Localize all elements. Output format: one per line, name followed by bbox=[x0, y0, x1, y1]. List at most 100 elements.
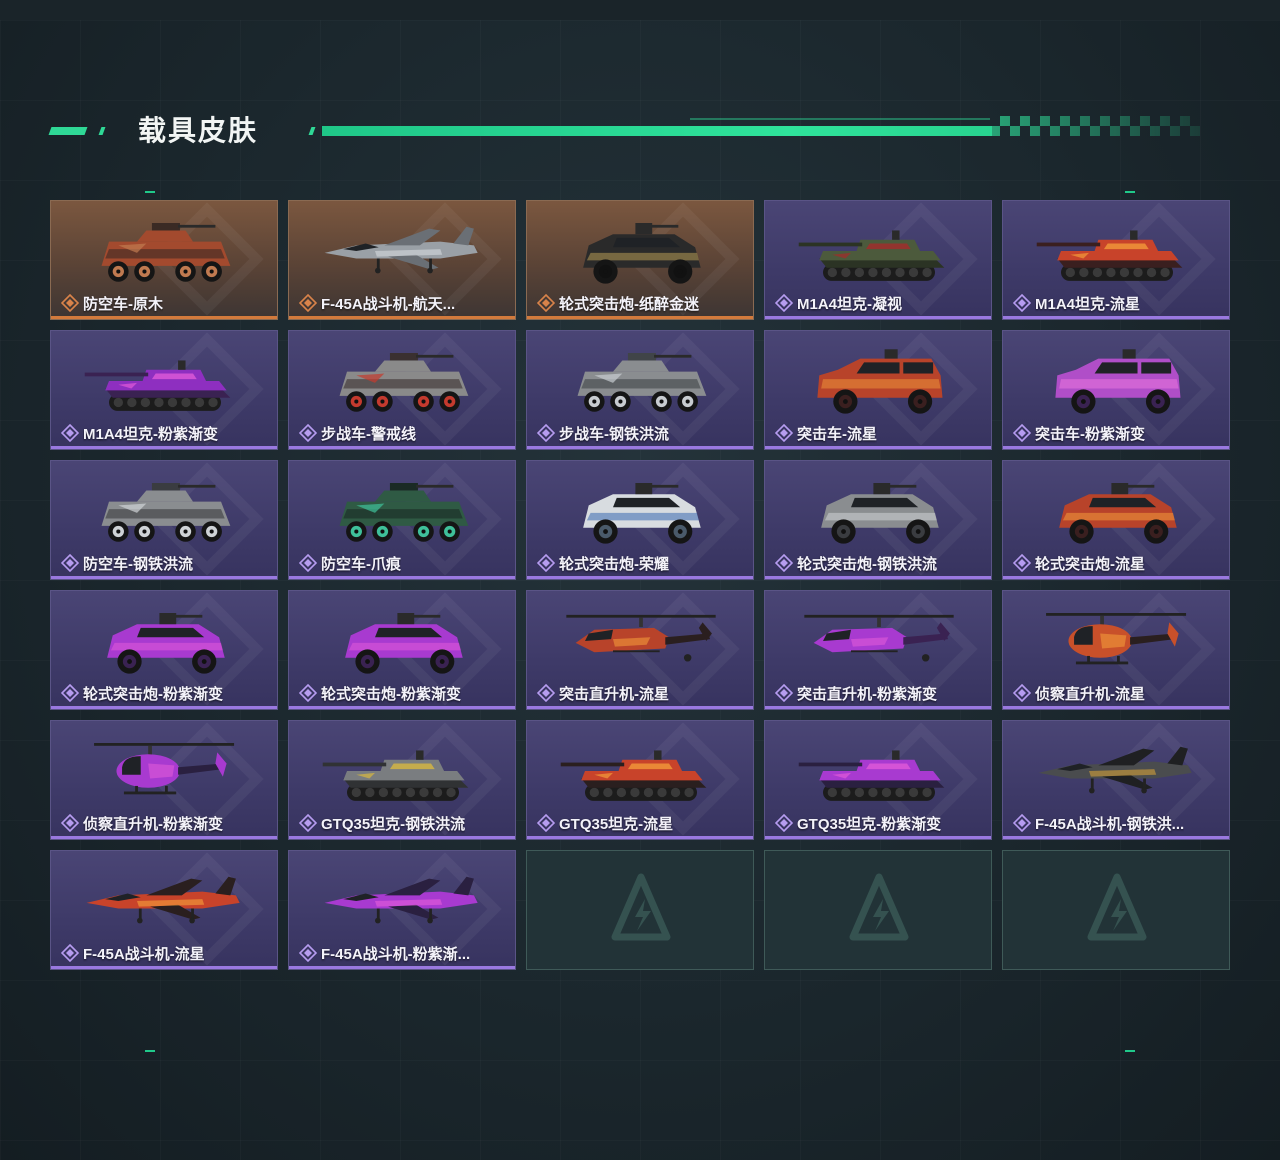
wheeled-apc-image bbox=[339, 483, 469, 542]
rarity-diamond-icon bbox=[299, 294, 317, 312]
rarity-diamond-icon bbox=[537, 814, 555, 832]
placeholder-logo-icon bbox=[849, 873, 909, 941]
rarity-underline bbox=[289, 446, 515, 449]
tank-image bbox=[798, 750, 945, 801]
header-accent-line bbox=[690, 118, 990, 120]
skin-card[interactable]: 侦察直升机-流星 bbox=[1002, 590, 1230, 710]
armored-car-image bbox=[583, 483, 701, 544]
skin-card[interactable]: GTQ35坦克-流星 bbox=[526, 720, 754, 840]
skin-label-row: 突击直升机-粉紫渐变 bbox=[775, 683, 985, 703]
placeholder-logo-icon bbox=[611, 873, 671, 941]
skin-card[interactable]: M1A4坦克-流星 bbox=[1002, 200, 1230, 320]
rarity-underline bbox=[289, 836, 515, 839]
rarity-underline bbox=[765, 706, 991, 709]
rarity-diamond-icon bbox=[537, 294, 555, 312]
skin-card[interactable]: 轮式突击炮-粉紫渐变 bbox=[288, 590, 516, 710]
skin-card[interactable]: 突击直升机-粉紫渐变 bbox=[764, 590, 992, 710]
rarity-underline bbox=[765, 316, 991, 319]
rarity-underline bbox=[51, 706, 277, 709]
skin-label-row: F-45A战斗机-流星 bbox=[61, 943, 271, 963]
skin-card[interactable]: 轮式突击炮-粉紫渐变 bbox=[50, 590, 278, 710]
skin-card[interactable]: 突击车-流星 bbox=[764, 330, 992, 450]
skin-card[interactable]: 防空车-爪痕 bbox=[288, 460, 516, 580]
skin-label-row: 突击直升机-流星 bbox=[537, 683, 747, 703]
skin-label-row: GTQ35坦克-粉紫渐变 bbox=[775, 813, 985, 833]
skin-name: 轮式突击炮-纸醉金迷 bbox=[559, 295, 699, 313]
skin-card[interactable]: 步战车-钢铁洪流 bbox=[526, 330, 754, 450]
armored-car-image bbox=[107, 613, 225, 674]
skin-label-row: 侦察直升机-流星 bbox=[1013, 683, 1223, 703]
skin-label-row: 轮式突击炮-粉紫渐变 bbox=[299, 683, 509, 703]
rarity-underline bbox=[765, 836, 991, 839]
rarity-diamond-icon bbox=[775, 294, 793, 312]
skin-card[interactable]: 侦察直升机-粉紫渐变 bbox=[50, 720, 278, 840]
skin-name: 轮式突击炮-粉紫渐变 bbox=[321, 685, 461, 703]
skin-card[interactable]: 突击车-粉紫渐变 bbox=[1002, 330, 1230, 450]
empty-skin-slot bbox=[1002, 850, 1230, 970]
rarity-underline bbox=[51, 446, 277, 449]
header-accent-dash bbox=[48, 127, 88, 135]
skin-card[interactable]: 步战车-警戒线 bbox=[288, 330, 516, 450]
rarity-underline bbox=[527, 706, 753, 709]
skin-card[interactable]: F-45A战斗机-航天... bbox=[288, 200, 516, 320]
skin-card[interactable]: 轮式突击炮-荣耀 bbox=[526, 460, 754, 580]
rarity-diamond-icon bbox=[61, 424, 79, 442]
skin-name: 防空车-原木 bbox=[83, 295, 163, 313]
skin-name: 侦察直升机-流星 bbox=[1035, 685, 1145, 703]
skin-card[interactable]: 突击直升机-流星 bbox=[526, 590, 754, 710]
rarity-diamond-icon bbox=[1013, 294, 1031, 312]
rarity-underline bbox=[527, 316, 753, 319]
jet-image bbox=[324, 226, 478, 274]
rarity-diamond-icon bbox=[299, 424, 317, 442]
skin-label-row: 侦察直升机-粉紫渐变 bbox=[61, 813, 271, 833]
rarity-underline bbox=[1003, 836, 1229, 839]
skin-label-row: GTQ35坦克-钢铁洪流 bbox=[299, 813, 509, 833]
rarity-diamond-icon bbox=[299, 944, 317, 962]
rarity-underline bbox=[527, 446, 753, 449]
attack-heli-image bbox=[566, 614, 716, 662]
skin-label-row: M1A4坦克-凝视 bbox=[775, 293, 985, 313]
skin-name: 防空车-钢铁洪流 bbox=[83, 555, 193, 573]
skin-card[interactable]: 轮式突击炮-流星 bbox=[1002, 460, 1230, 580]
empty-skin-slot bbox=[764, 850, 992, 970]
skin-card[interactable]: F-45A战斗机-流星 bbox=[50, 850, 278, 970]
rarity-underline bbox=[51, 576, 277, 579]
skin-card[interactable]: GTQ35坦克-粉紫渐变 bbox=[764, 720, 992, 840]
skin-name: 轮式突击炮-粉紫渐变 bbox=[83, 685, 223, 703]
skin-card[interactable]: F-45A战斗机-粉紫渐... bbox=[288, 850, 516, 970]
skin-label-row: F-45A战斗机-粉紫渐... bbox=[299, 943, 509, 963]
rarity-underline bbox=[51, 316, 277, 319]
skin-card[interactable]: 防空车-钢铁洪流 bbox=[50, 460, 278, 580]
skin-card[interactable]: 轮式突击炮-纸醉金迷 bbox=[526, 200, 754, 320]
skin-card[interactable]: M1A4坦克-粉紫渐变 bbox=[50, 330, 278, 450]
skin-card[interactable]: GTQ35坦克-钢铁洪流 bbox=[288, 720, 516, 840]
rarity-underline bbox=[289, 316, 515, 319]
skin-card[interactable]: F-45A战斗机-钢铁洪... bbox=[1002, 720, 1230, 840]
armored-car-image bbox=[821, 483, 939, 544]
rarity-diamond-icon bbox=[775, 554, 793, 572]
skin-name: 突击直升机-流星 bbox=[559, 685, 669, 703]
corner-marker bbox=[145, 1050, 155, 1052]
rarity-diamond-icon bbox=[775, 814, 793, 832]
wheeled-apc-image bbox=[577, 353, 707, 412]
rarity-diamond-icon bbox=[537, 554, 555, 572]
skin-card[interactable]: M1A4坦克-凝视 bbox=[764, 200, 992, 320]
skin-grid: 防空车-原木 F-45A战斗机-航天... 轮式突击炮-纸醉金迷 M1A4坦克-凝视 M… bbox=[50, 200, 1230, 970]
rarity-diamond-icon bbox=[537, 424, 555, 442]
rarity-underline bbox=[1003, 706, 1229, 709]
tank-image bbox=[798, 230, 945, 281]
skin-label-row: 轮式突击炮-粉紫渐变 bbox=[61, 683, 271, 703]
top-frame bbox=[0, 0, 1280, 20]
rarity-underline bbox=[1003, 316, 1229, 319]
truck-image bbox=[817, 349, 943, 414]
skin-label-row: 轮式突击炮-荣耀 bbox=[537, 553, 747, 573]
rarity-diamond-icon bbox=[299, 684, 317, 702]
skin-name: F-45A战斗机-粉紫渐... bbox=[321, 945, 471, 963]
skin-label-row: M1A4坦克-流星 bbox=[1013, 293, 1223, 313]
skin-card[interactable]: 轮式突击炮-钢铁洪流 bbox=[764, 460, 992, 580]
skin-name: F-45A战斗机-航天... bbox=[321, 295, 456, 313]
rarity-diamond-icon bbox=[61, 944, 79, 962]
skin-card[interactable]: 防空车-原木 bbox=[50, 200, 278, 320]
corner-marker bbox=[145, 191, 155, 193]
rarity-underline bbox=[289, 966, 515, 969]
